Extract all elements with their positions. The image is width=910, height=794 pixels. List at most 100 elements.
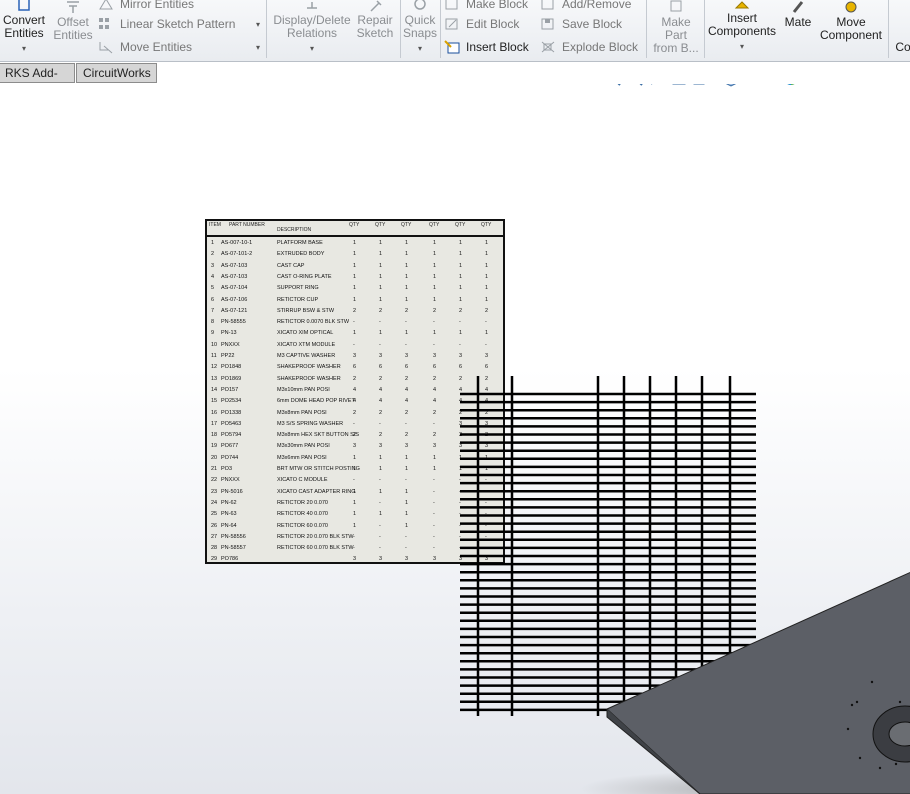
pattern-dropdown-icon[interactable]: ▾	[256, 20, 260, 29]
offset-entities-button[interactable]: Offset Entities	[52, 0, 94, 42]
bom-row: 26 PN-64 RETICTOR 60 0.070 1-1- - -	[207, 522, 503, 532]
add-remove-button[interactable]: Add/Remove	[540, 0, 631, 13]
add-remove-icon	[540, 0, 556, 11]
edit-appearance-icon[interactable]	[782, 84, 800, 87]
bom-row: 11 PP22 M3 CAPTIVE WASHER 3 3 3 3 3 3	[207, 352, 503, 362]
bom-qty: 1	[485, 296, 489, 303]
bom-qty: -	[433, 545, 435, 552]
bom-item-number: 28	[211, 545, 218, 552]
edit-block-button[interactable]: Edit Block	[444, 15, 519, 33]
bom-part-number: PNXXX	[221, 341, 240, 348]
display-style-icon[interactable]	[722, 84, 740, 87]
bom-part-number: PNXXX	[221, 477, 240, 484]
relations-dropdown-icon[interactable]: ▾	[272, 42, 352, 55]
tab-rks-add-ins[interactable]: RKS Add-Ins	[0, 63, 75, 98]
bom-qty: 2	[379, 432, 383, 439]
explode-block-label: Explode Block	[562, 40, 639, 54]
zoom-to-fit-icon[interactable]	[604, 84, 622, 87]
zoom-to-area-icon[interactable]	[626, 84, 644, 87]
bom-qty: 3	[379, 443, 383, 450]
bom-qty: 1	[405, 499, 409, 506]
bom-part-number: PN-58556	[221, 533, 246, 540]
make-block-button[interactable]: Make Block	[444, 0, 528, 13]
previous-view-icon[interactable]	[648, 84, 666, 87]
explode-block-icon	[540, 40, 556, 54]
bom-item-number: 14	[211, 386, 218, 393]
bom-part-number: AS-07-106	[221, 296, 248, 303]
make-part-icon	[670, 0, 682, 12]
bom-qty: 1	[433, 251, 437, 258]
bom-qty: 6	[353, 364, 357, 371]
section-view-icon[interactable]	[670, 84, 688, 87]
bom-part-number: AS-07-103	[221, 262, 248, 269]
view-settings-icon[interactable]	[834, 84, 852, 87]
ribbon-separator	[266, 0, 267, 58]
convert-entities-button[interactable]: Convert Entities ▾	[0, 0, 48, 55]
bom-row: 8 PN-58555 RETICTOR 0.0070 BLK STW - - - - - -	[207, 318, 503, 328]
make-part-from-block-button[interactable]: Make Part from B...	[650, 0, 702, 55]
bom-row: 27 PN-58556 RETICTOR 20 0.070 BLK STW - - - - -…	[207, 533, 503, 543]
truncated-command-button[interactable]: Co	[893, 41, 910, 54]
move-component-button[interactable]: Move Component	[818, 0, 884, 42]
bom-item-number: 1	[211, 240, 215, 246]
bom-qty: -	[353, 545, 355, 552]
bom-qty: 1	[379, 511, 383, 518]
explode-block-button[interactable]: Explode Block	[540, 38, 638, 56]
convert-entities-dropdown-icon[interactable]: ▾	[0, 42, 48, 55]
bom-qty: 1	[353, 499, 357, 506]
bom-qty: 2	[379, 307, 383, 314]
view-orientation-icon[interactable]	[692, 84, 710, 87]
bom-qty: 1	[485, 262, 489, 269]
bom-qty: -	[379, 522, 381, 529]
bom-description: SUPPORT RING	[277, 285, 319, 292]
make-part-from-block-label: Make Part from B...	[653, 15, 699, 55]
save-block-button[interactable]: Save Block	[540, 15, 622, 33]
bom-qty: 3	[405, 556, 409, 563]
graphics-area[interactable]: ▾ ▾ ▾ ▾ ▾ ITEM PART NUMBER DESCRIPTION Q…	[0, 84, 910, 794]
bom-qty: -	[405, 319, 407, 326]
bom-row: 25 PN-63 RETICTOR 40 0.070 1 1 1- - -	[207, 510, 503, 520]
insert-block-button[interactable]: Insert Block	[444, 38, 529, 56]
bom-qty: 6	[379, 364, 383, 371]
platform-base-plate[interactable]	[560, 554, 910, 794]
quick-snaps-dropdown-icon[interactable]: ▾	[402, 42, 438, 55]
hide-show-items-icon[interactable]	[752, 84, 770, 87]
mirror-entities-button[interactable]: Mirror Entities	[98, 0, 194, 13]
bom-qty: 1	[405, 330, 409, 337]
bom-item-number: 15	[211, 398, 218, 405]
bom-header-qty: QTY	[429, 222, 440, 228]
insert-components-dropdown-icon[interactable]: ▾	[706, 40, 778, 53]
bom-qty: -	[353, 533, 355, 540]
linear-sketch-pattern-button[interactable]: Linear Sketch Pattern ▾	[98, 15, 260, 33]
ribbon-separator	[704, 0, 705, 58]
bom-part-number: PO5794	[221, 432, 242, 439]
bom-qty: -	[405, 420, 407, 427]
repair-sketch-label: Repair Sketch	[356, 13, 394, 40]
truncated-command-label: Co	[895, 40, 910, 54]
move-entities-button[interactable]: Move Entities ▾	[98, 38, 260, 56]
display-delete-relations-button[interactable]: Display/Delete Relations ▾	[272, 0, 352, 55]
bom-header-item: ITEM	[209, 222, 221, 228]
bom-qty: 1	[405, 488, 409, 495]
bom-qty: 3	[459, 353, 463, 359]
bom-qty: 2	[379, 375, 383, 382]
move-dropdown-icon[interactable]: ▾	[256, 43, 260, 52]
bom-row: 10 PNXXX XICATO XTM MODULE - - - - - -	[207, 341, 503, 351]
bom-qty: 2	[405, 375, 409, 382]
bom-qty: 1	[433, 273, 437, 280]
bom-part-number: PO786	[221, 556, 239, 563]
bom-header-qty: QTY	[349, 222, 360, 228]
bom-item-number: 18	[211, 432, 218, 439]
move-component-label: Move Component	[819, 15, 883, 42]
repair-sketch-button[interactable]: Repair Sketch	[354, 0, 396, 40]
bom-qty: 1	[379, 488, 383, 495]
bom-qty: 2	[433, 409, 437, 416]
bom-part-number: PO677	[221, 443, 239, 450]
insert-components-button[interactable]: Insert Components ▾	[706, 0, 778, 53]
apply-scene-icon[interactable]	[804, 84, 822, 87]
tab-circuitworks[interactable]: CircuitWorks	[76, 63, 157, 83]
bom-part-number: AS-07-121	[221, 307, 248, 314]
mate-button[interactable]: Mate	[780, 0, 816, 29]
bom-qty: -	[433, 477, 435, 484]
quick-snaps-button[interactable]: Quick Snaps ▾	[402, 0, 438, 55]
